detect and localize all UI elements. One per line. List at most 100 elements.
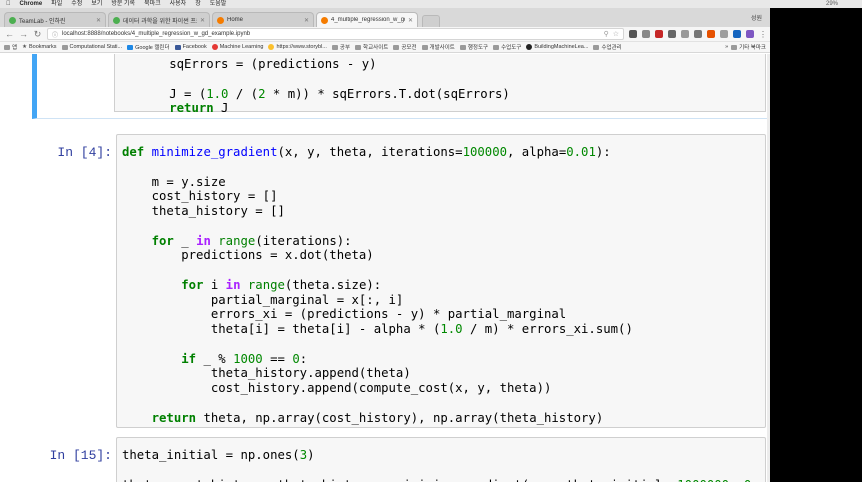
bookmark-folder[interactable]: 수업관리 (593, 43, 622, 51)
site-favicon-icon (211, 44, 218, 50)
extension-icon[interactable] (642, 30, 650, 38)
profile-name[interactable]: 성원 (751, 13, 770, 22)
folder-icon (593, 44, 600, 50)
code-token: theta_initial = np.ones( (122, 448, 300, 462)
bookmark-folder[interactable]: 수업도구 (493, 43, 521, 51)
menubar-item[interactable]: 사용자 (170, 0, 187, 8)
bookmarks-bar: 앱 ★ Bookmarks Computational Stati... Goog… (0, 42, 770, 53)
tab-notebook[interactable]: 4_multiple_regression_w_gd_ex... ✕ (316, 12, 418, 27)
url-text[interactable]: localhost:8888/notebooks/4_multiple_regr… (62, 31, 600, 37)
code-line: return theta, np.array(cost_history), np… (122, 411, 633, 426)
bookmarks-overflow-chevron-icon[interactable]: » (725, 44, 728, 50)
search-icon[interactable]: ⚲ (604, 30, 609, 38)
code-token: m = y.size (122, 174, 226, 189)
tab-python-course[interactable]: 데이터 과학을 위한 파이썬 프로그래... ✕ (108, 12, 210, 27)
code-token: theta, cost_history, theta_history = min… (122, 478, 677, 482)
extension-icon[interactable] (629, 30, 637, 38)
code-line: predictions = x.dot(theta) (122, 248, 633, 263)
apple-icon[interactable]:  (6, 0, 11, 8)
bookmark-link[interactable]: https://www.storybl... (268, 44, 327, 50)
code-token: return (169, 101, 214, 116)
bookmark-link[interactable]: BuildingMachineLea... (526, 44, 588, 50)
bookmark-apps[interactable]: 앱 (4, 43, 17, 51)
tab-close-icon[interactable]: ✕ (200, 17, 205, 24)
bookmark-folder[interactable]: 개발사이트 (421, 43, 455, 51)
extension-icon[interactable] (707, 30, 715, 38)
menubar-item[interactable]: 파일 (51, 0, 62, 8)
menubar-app-name[interactable]: Chrome (20, 0, 43, 8)
tab-favicon-icon (9, 16, 16, 24)
back-arrow-icon[interactable]: ← (5, 28, 14, 40)
extension-icon[interactable] (681, 30, 689, 38)
menubar-item[interactable]: 수정 (71, 0, 82, 8)
code-token: range (247, 277, 285, 292)
menubar-item[interactable]: 도움말 (210, 0, 227, 8)
more-options-icon[interactable]: ⋮ (759, 30, 767, 39)
menubar-item[interactable]: 창 (195, 0, 201, 8)
code-block-prev[interactable]: sqErrors = (predictions - y) J = (1.0 / … (110, 57, 510, 116)
code-line: theta_initial = np.ones(3) (122, 448, 751, 463)
code-token: * m)) * sqErrors.T.dot(sqErrors) (265, 86, 510, 101)
extension-icon[interactable] (694, 30, 702, 38)
code-line: for i in range(theta.size): (122, 278, 633, 293)
code-line: partial_marginal = x[:, i] (122, 293, 633, 308)
tab-home[interactable]: Home ✕ (212, 12, 314, 27)
tab-close-icon[interactable]: ✕ (304, 17, 309, 24)
cell-prompt: In [15]: (49, 448, 112, 463)
code-token: return (151, 410, 197, 425)
new-tab-button[interactable] (422, 15, 440, 27)
code-block-run[interactable]: theta_initial = np.ones(3) theta, cost_hi… (122, 448, 751, 482)
folder-icon (731, 44, 738, 50)
folder-icon (355, 44, 362, 50)
tab-teamlab[interactable]: TeamLab - 인하린 ✕ (4, 12, 106, 27)
extension-icon[interactable] (668, 30, 676, 38)
code-line: errors_xi = (predictions - y) * partial_… (122, 307, 633, 322)
code-token: if (181, 351, 197, 366)
bookmark-star-icon[interactable]: ☆ (613, 30, 619, 38)
code-line: theta, cost_history, theta_history = min… (122, 478, 751, 482)
extension-icon[interactable] (733, 30, 741, 38)
code-token: theta, np.array(cost_history), np.array(… (196, 410, 604, 425)
bookmark-folder[interactable]: 공부 (331, 43, 350, 51)
code-token: range (218, 233, 256, 248)
tab-close-icon[interactable]: ✕ (408, 17, 413, 24)
extension-icon[interactable] (655, 30, 663, 38)
code-token: theta[i] = theta[i] - alpha * ( (122, 322, 441, 336)
bookmark-folder[interactable]: 행정도구 (459, 43, 488, 51)
bookmark-folder[interactable]: 학교사이트 (355, 43, 388, 51)
forward-arrow-icon[interactable]: → (19, 28, 28, 40)
apps-grid-icon (4, 44, 10, 50)
bookmark-link[interactable]: Facebook (174, 44, 207, 50)
macos-menubar:  Chrome 파일 수정 보기 방문 기록 북마크 사용자 창 도움말 29… (0, 0, 862, 8)
code-block-minimize-gradient[interactable]: def minimize_gradient(x, y, theta, itera… (122, 145, 633, 425)
extension-icon[interactable] (746, 30, 754, 38)
address-bar[interactable]: ⓘ localhost:8888/notebooks/4_multiple_re… (47, 28, 624, 40)
tab-title: 데이터 과학을 위한 파이썬 프로그래... (123, 18, 197, 25)
battery-status: 29% (825, 1, 838, 7)
menubar-item[interactable]: 보기 (91, 0, 102, 8)
extension-icon[interactable] (720, 30, 728, 38)
menubar-item[interactable]: 북마크 (144, 0, 161, 8)
code-line: theta_history.append(theta) (122, 366, 633, 381)
bookmark-folder[interactable]: Computational Stati... (61, 44, 122, 50)
bookmark-other-folder[interactable]: 기타 북마크 (731, 43, 766, 51)
folder-icon (493, 44, 500, 50)
tab-title: Home (227, 17, 244, 23)
tab-close-icon[interactable]: ✕ (96, 17, 101, 24)
reload-icon[interactable]: ↻ (33, 28, 42, 40)
folder-icon (331, 44, 338, 50)
code-line: if _ % 1000 == 0: (122, 352, 633, 367)
code-line: theta[i] = theta[i] - alpha * (1.0 / m) … (122, 322, 633, 337)
bookmark-folder[interactable]: ★ Bookmarks (22, 44, 56, 50)
bookmark-link[interactable]: Google 캘린더 (127, 43, 170, 51)
code-token: 3 (299, 448, 308, 462)
bookmark-folder[interactable]: 공모전 (393, 43, 417, 51)
menubar-item[interactable]: 방문 기록 (111, 0, 135, 8)
bookmark-link[interactable]: Machine Learning (211, 44, 263, 50)
info-icon[interactable]: ⓘ (52, 30, 58, 39)
